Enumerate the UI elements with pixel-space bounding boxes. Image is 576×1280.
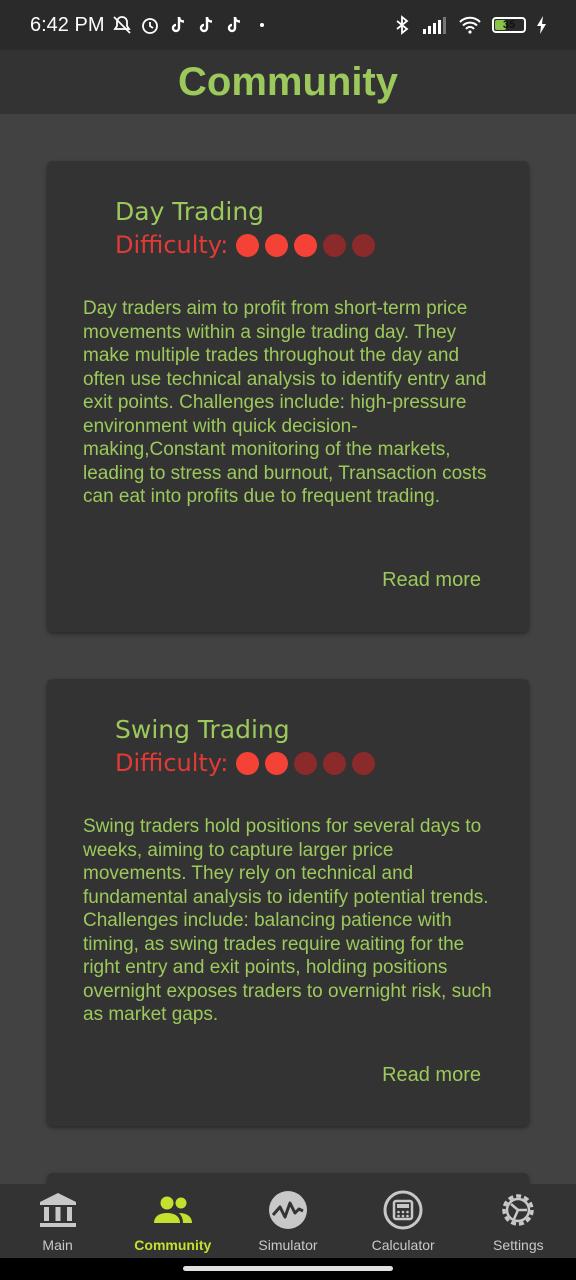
nav-item-simulator[interactable]: Simulator: [230, 1189, 345, 1253]
nav-item-calculator[interactable]: Calculator: [346, 1189, 461, 1253]
bank-icon: [39, 1193, 76, 1227]
page-title: Community: [178, 59, 398, 104]
strategy-card-day-trading: Day Trading Difficulty: Day traders aim …: [47, 161, 529, 632]
difficulty-label: Difficulty:: [115, 231, 229, 259]
nav-item-community[interactable]: Community: [115, 1189, 230, 1253]
difficulty-rating: Difficulty:: [115, 749, 376, 777]
dot-icon: [260, 23, 265, 27]
status-right: 35: [392, 15, 548, 35]
tiktok-icon: [200, 16, 213, 33]
bluetooth-icon: [396, 15, 409, 35]
battery-level: 35: [502, 19, 516, 31]
strategy-card-swing-trading: Swing Trading Difficulty: Swing traders …: [47, 679, 529, 1126]
nav-item-main[interactable]: Main: [0, 1189, 115, 1253]
difficulty-dot-filled: [294, 233, 318, 257]
difficulty-dot-filled: [236, 751, 260, 775]
calculator-icon: [383, 1190, 423, 1230]
chart-pulse-icon: [268, 1191, 307, 1229]
charging-icon: [537, 16, 546, 34]
card-description: Day traders aim to profit from short-ter…: [83, 298, 487, 507]
difficulty-dot-filled: [265, 233, 289, 257]
tiktok-icon: [228, 16, 241, 33]
gear-icon: [502, 1194, 535, 1226]
muted-bell-icon: [113, 16, 132, 34]
nav-label: Calculator: [371, 1237, 435, 1253]
gesture-area: [0, 1258, 576, 1280]
tiktok-icon: [172, 16, 185, 33]
status-time: 6:42 PM: [30, 13, 105, 36]
status-left: 6:42 PM: [30, 14, 272, 37]
difficulty-dot-empty: [323, 233, 347, 257]
status-bar: 6:42 PM 35: [0, 0, 576, 50]
card-title: Day Trading: [115, 197, 265, 226]
alarm-icon: [142, 18, 159, 34]
difficulty-dot-empty: [294, 751, 318, 775]
difficulty-dot-empty: [352, 233, 376, 257]
card-title: Swing Trading: [115, 715, 290, 744]
read-more-link[interactable]: Read more: [382, 569, 481, 592]
gesture-handle[interactable]: [183, 1266, 393, 1271]
card-description: Swing traders hold positions for several…: [83, 816, 492, 1025]
nav-label: Main: [42, 1237, 73, 1253]
people-icon: [153, 1196, 192, 1223]
difficulty-dots: [236, 751, 376, 775]
difficulty-dot-filled: [265, 751, 289, 775]
nav-label: Settings: [493, 1237, 544, 1253]
difficulty-label: Difficulty:: [115, 749, 229, 777]
bottom-navigation: Main Community Simulator Calculator Sett…: [0, 1184, 576, 1258]
difficulty-dot-filled: [236, 233, 260, 257]
difficulty-dots: [236, 233, 376, 257]
signal-icon: [423, 17, 446, 34]
app-header: Community: [0, 50, 576, 114]
read-more-link[interactable]: Read more: [382, 1064, 481, 1087]
difficulty-rating: Difficulty:: [115, 231, 376, 259]
wifi-icon: [459, 16, 481, 34]
battery-indicator: 35: [492, 17, 526, 33]
nav-item-settings[interactable]: Settings: [461, 1189, 576, 1253]
difficulty-dot-empty: [352, 751, 376, 775]
nav-label: Community: [134, 1237, 212, 1253]
nav-label: Simulator: [258, 1237, 318, 1253]
difficulty-dot-empty: [323, 751, 347, 775]
